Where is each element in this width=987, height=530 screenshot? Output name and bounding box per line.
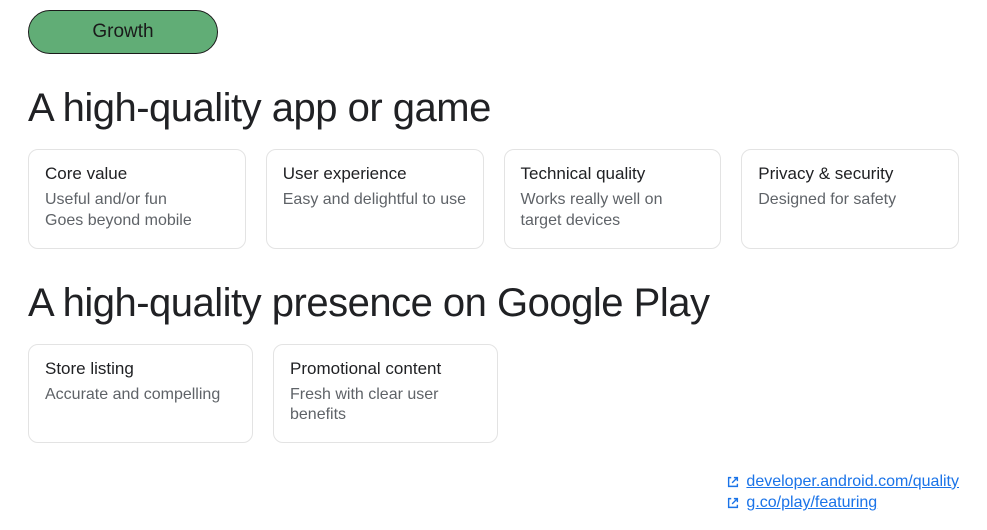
link-featuring[interactable]: g.co/play/featuring xyxy=(746,492,877,514)
card-title: Privacy & security xyxy=(758,164,942,184)
card-core-value: Core value Useful and/or fun Goes beyond… xyxy=(28,149,246,249)
card-user-experience: User experience Easy and delightful to u… xyxy=(266,149,484,249)
card-title: Store listing xyxy=(45,359,236,379)
link-row: developer.android.com/quality xyxy=(726,471,959,493)
card-body: Works really well on target devices xyxy=(521,190,705,232)
reference-links: developer.android.com/quality g.co/play/… xyxy=(726,471,959,514)
external-link-icon xyxy=(726,475,740,489)
category-pill: Growth xyxy=(28,10,218,54)
section2-cards: Store listing Accurate and compelling Pr… xyxy=(28,344,498,444)
card-title: Core value xyxy=(45,164,229,184)
card-title: Promotional content xyxy=(290,359,481,379)
card-privacy-security: Privacy & security Designed for safety xyxy=(741,149,959,249)
section1-cards: Core value Useful and/or fun Goes beyond… xyxy=(28,149,959,249)
card-body: Easy and delightful to use xyxy=(283,190,467,211)
section2-heading: A high-quality presence on Google Play xyxy=(28,281,959,326)
external-link-icon xyxy=(726,496,740,510)
card-title: Technical quality xyxy=(521,164,705,184)
link-quality[interactable]: developer.android.com/quality xyxy=(746,471,959,493)
card-body: Useful and/or fun Goes beyond mobile xyxy=(45,190,229,232)
card-body: Accurate and compelling xyxy=(45,385,236,406)
card-body: Designed for safety xyxy=(758,190,942,211)
card-promotional-content: Promotional content Fresh with clear use… xyxy=(273,344,498,444)
section1-heading: A high-quality app or game xyxy=(28,86,959,131)
slide: Growth A high-quality app or game Core v… xyxy=(0,0,987,530)
link-row: g.co/play/featuring xyxy=(726,492,959,514)
card-technical-quality: Technical quality Works really well on t… xyxy=(504,149,722,249)
card-store-listing: Store listing Accurate and compelling xyxy=(28,344,253,444)
card-body: Fresh with clear user benefits xyxy=(290,385,481,427)
card-title: User experience xyxy=(283,164,467,184)
